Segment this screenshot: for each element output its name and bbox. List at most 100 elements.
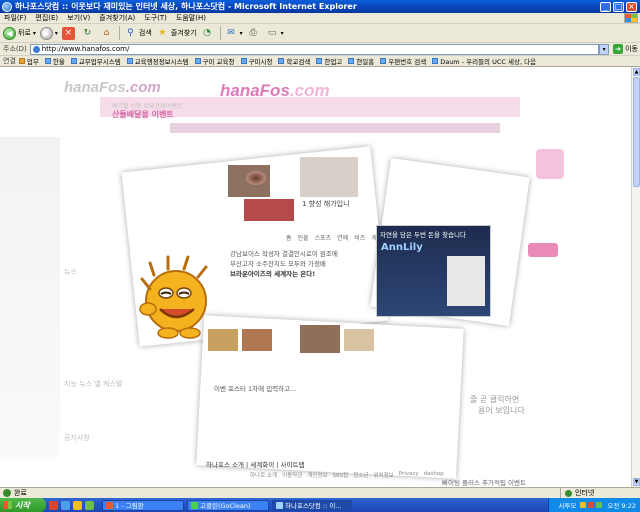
news-item[interactable]: 부산고자 소주잔치도 모두와 가정배 xyxy=(230,259,338,269)
tab-sports[interactable]: 스포츠 xyxy=(315,233,332,242)
link-item[interactable]: 우편번호 검색 xyxy=(380,56,426,66)
footer-tab[interactable]: 이용약관 xyxy=(282,471,302,479)
tab-business[interactable]: 비즈 xyxy=(354,233,365,242)
edit-dropdown-icon[interactable]: ▾ xyxy=(281,30,284,37)
task-goclean[interactable]: 고클린(GoClean) xyxy=(187,499,269,511)
thumbnail-image[interactable] xyxy=(244,199,294,221)
link-item[interactable]: 교무업무시스템 xyxy=(70,56,121,66)
link-item[interactable]: 현일홈 xyxy=(348,56,374,66)
link-item[interactable]: 한울 xyxy=(44,56,65,66)
bottom-nav[interactable]: 하나포스 소개 | 세계화이 | 사이트맵 xyxy=(206,459,304,469)
footer-tab[interactable]: dashop xyxy=(424,471,444,479)
event-title[interactable]: 산들배달을 이벤트 xyxy=(112,109,174,120)
printer-icon: ⎙ xyxy=(249,28,257,38)
mail-dropdown-icon[interactable]: ▾ xyxy=(240,30,243,37)
refresh-button[interactable]: ↻ xyxy=(81,25,96,41)
mail-button[interactable]: ✉ ▾ xyxy=(225,25,243,41)
tab-people[interactable]: 인물 xyxy=(298,233,309,242)
tab-home[interactable]: 홈 xyxy=(286,233,292,242)
print-button[interactable]: ⎙ xyxy=(247,25,262,41)
stop-button[interactable]: × xyxy=(61,25,77,41)
scroll-down-button[interactable]: ▼ xyxy=(633,478,640,486)
link-item[interactable]: 교육행정정보시스템 xyxy=(126,56,189,66)
news-item[interactable]: 브라운아이즈의 세계자는 은다! xyxy=(230,269,338,279)
right-banner-badge[interactable] xyxy=(528,243,558,257)
edit-button[interactable]: ▭ ▾ xyxy=(266,25,284,41)
star-icon: ★ xyxy=(158,28,167,38)
back-button[interactable]: ◀ 뒤로 ▾ xyxy=(3,25,36,41)
scroll-thumb[interactable] xyxy=(633,77,640,187)
back-arrow-icon: ◀ xyxy=(3,26,16,40)
vertical-scrollbar[interactable]: ▲ ▼ xyxy=(631,67,640,487)
right-promo-2[interactable]: 용어 보입니다 xyxy=(478,405,525,416)
refresh-icon: ↻ xyxy=(83,28,92,38)
news-item[interactable]: 강남보이스 작성자 결결안시로이 원조에 xyxy=(230,249,338,259)
tray-icon[interactable] xyxy=(596,502,603,508)
link-item[interactable]: 구미 교육청 xyxy=(194,56,235,66)
link-item[interactable]: Daum - 우리들의 UCC 세상, 다음 xyxy=(432,56,536,66)
footer-tab[interactable]: 위치정보 xyxy=(373,471,393,479)
minimize-button[interactable]: _ xyxy=(600,1,611,12)
menu-tools[interactable]: 도구(T) xyxy=(144,13,167,23)
link-item[interactable]: 학교검색 xyxy=(278,56,310,66)
quicklaunch-folder-icon[interactable] xyxy=(73,500,82,510)
link-item[interactable]: 업무 xyxy=(18,56,39,66)
home-button[interactable]: ⌂ xyxy=(100,25,115,41)
history-button[interactable]: ◔ xyxy=(201,25,216,41)
start-button[interactable]: 시작 xyxy=(0,498,46,512)
page-icon xyxy=(32,45,40,53)
footer-tab[interactable]: SBS합 xyxy=(333,471,349,479)
folder-icon xyxy=(18,58,25,64)
forward-arrow-icon: ▶ xyxy=(39,26,53,40)
search-button[interactable]: ⚲ 검색 xyxy=(124,25,152,41)
task-paint[interactable]: 1 - 그림판 xyxy=(102,499,184,511)
task-ie-window[interactable]: 하나포스닷컴 :: 이... xyxy=(272,499,352,511)
back-dropdown-icon[interactable]: ▾ xyxy=(33,30,36,37)
forward-button[interactable]: ▶ ▾ xyxy=(39,25,58,41)
thumbnail-image[interactable] xyxy=(300,325,340,353)
tab-entertainment[interactable]: 연예 xyxy=(337,233,348,242)
scroll-up-button[interactable]: ▲ xyxy=(633,68,640,76)
site-logo[interactable]: hanaFos.com xyxy=(220,81,330,101)
menu-favorites[interactable]: 즐겨찾기(A) xyxy=(99,13,135,23)
tray-text[interactable]: 서투모 xyxy=(558,500,576,510)
rank-label[interactable]: 1 향성 해가입니 xyxy=(302,199,350,209)
right-event-line[interactable]: 빠이팅 플러스 추가적립 이벤트 xyxy=(442,477,526,487)
link-item[interactable]: 한업고 xyxy=(316,56,342,66)
taskbar: 시작 1 - 그림판 고클린(GoClean) 하나포스닷컴 :: 이... 서… xyxy=(0,498,640,512)
maximize-button[interactable]: □ xyxy=(613,1,624,12)
address-dropdown-button[interactable]: ▾ xyxy=(599,43,610,55)
favorites-button[interactable]: ★ 즐겨찾기 xyxy=(156,25,196,41)
toolbar-separator xyxy=(219,26,221,40)
footer-tab[interactable]: 청소년 xyxy=(353,471,368,479)
menu-help[interactable]: 도움말(H) xyxy=(176,13,206,23)
thumbnail-image[interactable] xyxy=(242,329,272,351)
news-label: 뉴스 xyxy=(64,268,77,276)
tray-icon[interactable] xyxy=(588,502,595,508)
quicklaunch-icon[interactable] xyxy=(85,500,94,510)
menu-edit[interactable]: 편집(E) xyxy=(35,13,58,23)
footer-tab[interactable]: 개인정보 xyxy=(307,471,327,479)
bottom-news-line[interactable]: 이벤 포스터 1차에 입력하고... xyxy=(214,383,296,393)
site-logo-faded[interactable]: hanaFos.com xyxy=(64,79,161,96)
address-input[interactable]: http://www.hanafos.com/ xyxy=(29,43,600,55)
footer-tab[interactable]: Privacy xyxy=(399,471,419,479)
right-promo-1[interactable]: 줄 곧 클릭하면 xyxy=(470,394,519,405)
footer-tab[interactable]: 하나로 소개 xyxy=(250,471,277,479)
forward-dropdown-icon[interactable]: ▾ xyxy=(55,30,58,37)
footer-label: 공지사항 xyxy=(64,434,90,442)
thumbnail-image[interactable] xyxy=(344,329,374,351)
yellow-mascot-character xyxy=(139,255,208,339)
promo-card[interactable]: 자연을 담은 두번 돈을 찾습니다 AnnLily xyxy=(376,225,491,317)
movie-poster-image[interactable] xyxy=(300,157,358,197)
menu-view[interactable]: 보기(V) xyxy=(67,13,90,23)
tray-icon[interactable] xyxy=(580,502,587,508)
gift-icon[interactable] xyxy=(536,149,564,179)
menu-file[interactable]: 파일(F) xyxy=(4,13,26,23)
close-button[interactable]: × xyxy=(626,1,637,12)
link-item[interactable]: 구미시청 xyxy=(240,56,272,66)
quicklaunch-ie-icon[interactable] xyxy=(61,500,70,510)
product-image xyxy=(447,256,485,306)
go-button[interactable]: ➜ 이동 xyxy=(613,44,638,54)
quicklaunch-icon[interactable] xyxy=(49,500,58,510)
